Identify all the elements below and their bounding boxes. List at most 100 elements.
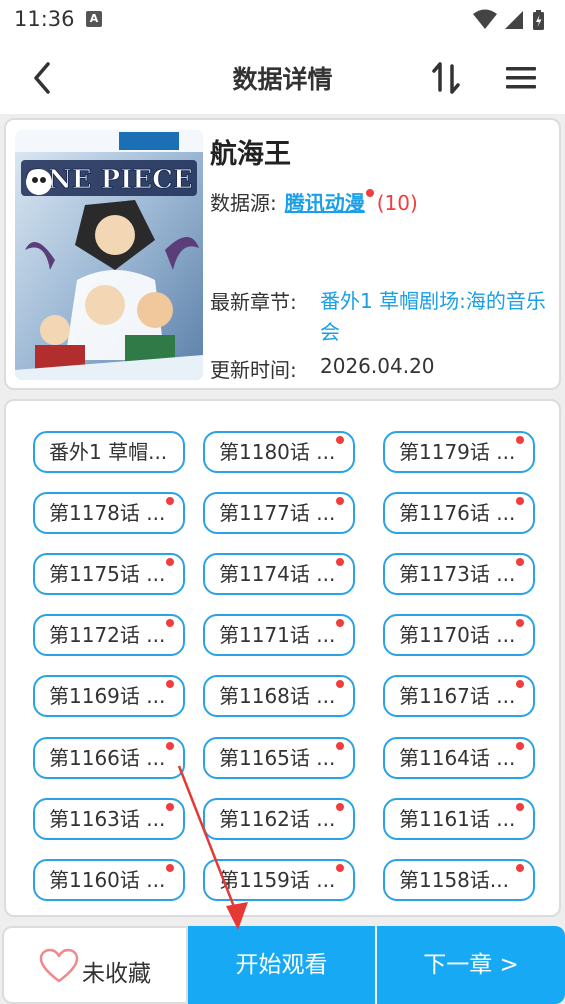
chapter-chip[interactable]: 第1176话 ... [383,492,535,534]
new-dot-icon [166,558,174,566]
menu-button[interactable] [500,58,542,98]
chapter-chip[interactable]: 第1175话 ... [33,553,185,595]
chapter-chip[interactable]: 第1162话 ... [203,798,355,840]
chapter-chip[interactable]: 第1166话 ... [33,737,185,779]
new-dot-icon [336,742,344,750]
chapter-chip-label: 第1175话 ... [49,562,166,586]
chapter-chip[interactable]: 第1177话 ... [203,492,355,534]
chapter-chip[interactable]: 第1172话 ... [33,614,185,656]
source-link[interactable]: 腾讯动漫 [284,189,374,215]
source-count: (10) [376,191,418,215]
start-reading-button[interactable]: 开始观看 [188,926,375,1004]
status-bar: 11:36 A [0,0,565,40]
comic-title: 航海王 [210,139,291,170]
bottom-action-bar: 未收藏 开始观看 下一章 > [0,924,565,1004]
wifi-icon [473,9,497,29]
battery-icon [533,10,544,30]
chapter-chip[interactable]: 第1170话 ... [383,614,535,656]
status-time: 11:36 [14,7,75,31]
source-row: 数据源: 腾讯动漫 (10) [210,187,418,216]
latest-chapter-label: 最新章节: [210,290,297,314]
new-dot-icon [166,619,174,627]
chapter-chip[interactable]: 第1163话 ... [33,798,185,840]
chapter-chip[interactable]: 第1158话... [383,859,535,901]
new-dot-icon [516,864,524,872]
chapter-chip[interactable]: 第1160话 ... [33,859,185,901]
new-dot-icon [365,189,374,197]
chapter-chip[interactable]: 第1179话 ... [383,431,535,473]
chapter-chip-label: 第1163话 ... [49,807,166,831]
chapter-chip[interactable]: 第1161话 ... [383,798,535,840]
new-dot-icon [336,558,344,566]
chapter-chip-label: 第1169话 ... [49,684,166,708]
update-time-value: 2026.04.20 [320,354,435,378]
new-dot-icon [166,680,174,688]
chapter-chip-label: 第1179话 ... [399,440,516,464]
chapter-chip[interactable]: 第1168话 ... [203,675,355,717]
chapter-chip-label: 第1174话 ... [219,562,336,586]
new-dot-icon [336,619,344,627]
chapter-chip-label: 第1162话 ... [219,807,336,831]
new-dot-icon [166,864,174,872]
new-dot-icon [336,803,344,811]
new-dot-icon [336,497,344,505]
next-chapter-button[interactable]: 下一章 > [377,926,565,1004]
new-dot-icon [516,803,524,811]
chapter-chip[interactable]: 第1169话 ... [33,675,185,717]
chapter-chip-label: 第1166话 ... [49,746,166,770]
comic-info-card: ONE PIECE 航海王 数据源: 腾讯动漫 (10) 最新章节: 番外1 草帽剧… [4,118,561,390]
new-dot-icon [516,436,524,444]
app-bar: 数据详情 [0,40,565,114]
notification-badge-icon: A [86,11,102,27]
favorite-button[interactable]: 未收藏 [2,926,188,1004]
chapter-chip[interactable]: 第1180话 ... [203,431,355,473]
cell-signal-icon [505,11,523,29]
chapter-chip[interactable]: 番外1 草帽... [33,431,185,473]
sort-button[interactable] [428,58,464,98]
chapter-chip-label: 第1177话 ... [219,501,336,525]
page-title: 数据详情 [232,65,333,94]
new-dot-icon [336,436,344,444]
chapter-chip[interactable]: 第1164话 ... [383,737,535,779]
chapter-chip-label: 第1159话 ... [219,868,336,892]
source-name: 腾讯动漫 [284,191,365,215]
chapter-chip-label: 第1176话 ... [399,501,516,525]
sort-swap-icon [432,62,460,94]
new-dot-icon [336,864,344,872]
chapter-chip[interactable]: 第1174话 ... [203,553,355,595]
chapter-list: 番外1 草帽... 第1180话 ... 第1179话 ... 第1178话 ... 第… [4,399,561,917]
chapter-chip[interactable]: 第1173话 ... [383,553,535,595]
chapter-chip-label: 第1158话... [399,868,509,892]
chapter-chip-label: 第1172话 ... [49,623,166,647]
new-dot-icon [516,497,524,505]
chapter-chip[interactable]: 第1165话 ... [203,737,355,779]
source-label: 数据源: [210,191,277,215]
new-dot-icon [166,803,174,811]
chapter-chip-label: 第1167话 ... [399,684,516,708]
chapter-chip-label: 第1161话 ... [399,807,516,831]
new-dot-icon [516,558,524,566]
chapter-chip-label: 第1171话 ... [219,623,336,647]
chapter-chip-label: 第1168话 ... [219,684,336,708]
chapter-chip-label: 第1164话 ... [399,746,516,770]
new-dot-icon [516,742,524,750]
chapter-chip-label: 第1160话 ... [49,868,166,892]
latest-chapter-link[interactable]: 番外1 草帽剧场:海的音乐会 [320,286,556,348]
chapter-chip-label: 第1178话 ... [49,501,166,525]
chapter-chip[interactable]: 第1167话 ... [383,675,535,717]
new-dot-icon [516,680,524,688]
new-dot-icon [166,742,174,750]
chapter-chip-label: 第1170话 ... [399,623,516,647]
update-time-label: 更新时间: [210,358,297,382]
chapter-chip-label: 番外1 草帽... [49,440,168,464]
chapter-chip[interactable]: 第1159话 ... [203,859,355,901]
chapter-chip-label: 第1173话 ... [399,562,516,586]
new-dot-icon [516,619,524,627]
comic-cover-image[interactable]: ONE PIECE [15,130,203,380]
menu-icon [506,67,536,89]
new-dot-icon [166,497,174,505]
favorite-label: 未收藏 [82,961,151,987]
chapter-chip[interactable]: 第1178话 ... [33,492,185,534]
chapter-chip[interactable]: 第1171话 ... [203,614,355,656]
chapter-chip-label: 第1180话 ... [219,440,336,464]
